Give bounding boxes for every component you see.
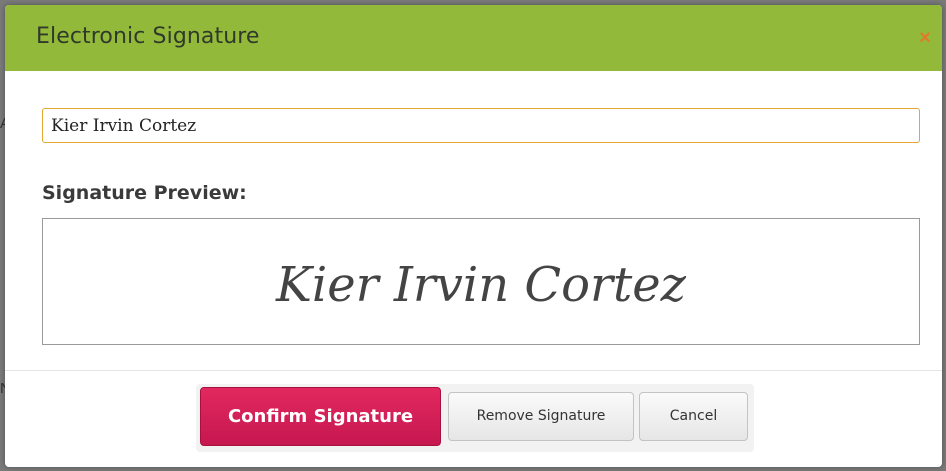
- dialog-title: Electronic Signature: [36, 24, 260, 49]
- signature-preview-graphic: Kier Irvin Cortez: [275, 257, 687, 313]
- close-icon[interactable]: ×: [916, 28, 934, 48]
- footer-divider: [5, 370, 942, 371]
- electronic-signature-dialog: Electronic Signature × Signature Preview…: [5, 5, 942, 467]
- dialog-header: Electronic Signature ×: [5, 5, 942, 71]
- signature-name-input[interactable]: [42, 108, 920, 143]
- confirm-signature-button[interactable]: Confirm Signature: [200, 387, 441, 446]
- cancel-button[interactable]: Cancel: [639, 392, 748, 441]
- signature-preview-text: Kier Irvin Cortez: [275, 257, 687, 313]
- dialog-button-group: Confirm Signature Remove Signature Cance…: [196, 384, 754, 452]
- remove-signature-button[interactable]: Remove Signature: [448, 392, 634, 441]
- signature-preview-label: Signature Preview:: [42, 182, 247, 204]
- signature-preview-box: Kier Irvin Cortez: [42, 218, 920, 345]
